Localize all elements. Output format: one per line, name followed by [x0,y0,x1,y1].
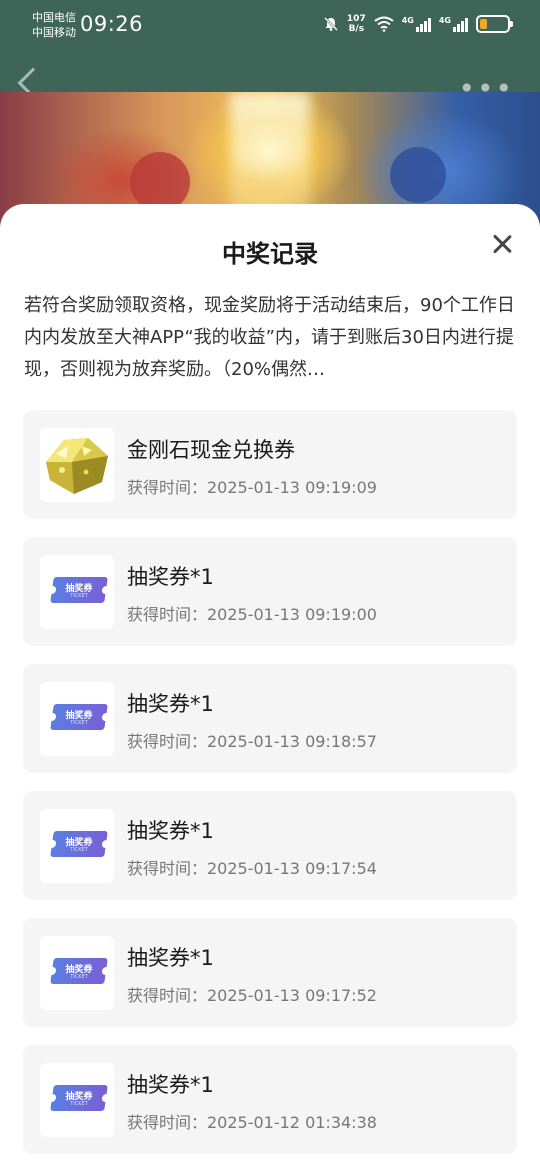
battery-icon [476,15,513,33]
sim2-network-label: 4G [438,16,451,25]
network-speed: 107 B/s [347,14,366,34]
ticket-sub-label: TICKET [70,593,88,599]
signal-sim2-icon: 4G [439,16,468,32]
ticket-sub-label: TICKET [70,1101,88,1107]
prize-thumbnail [40,428,114,502]
prize-obtained-time: 获得时间：2025-01-13 09:19:09 [127,478,377,497]
battery-level-fill [480,19,487,29]
status-icons: 107 B/s 4G 4G [323,14,513,34]
status-bar: 中国电信 中国移动 09:26 107 B/s 4G 4G [0,0,540,50]
prize-title: 金刚石现金兑换券 [127,438,295,462]
prize-obtained-time: 获得时间：2025-01-13 09:17:54 [127,859,377,878]
signal-sim1-icon: 4G [402,16,431,32]
ticket-icon: 抽奖券 TICKET [50,958,112,988]
carrier-info: 中国电信 中国移动 [32,10,76,40]
prize-record-list: 金刚石现金兑换券获得时间：2025-01-13 09:19:09 抽奖券 TIC… [23,410,517,1170]
mute-bell-icon [324,17,338,31]
ticket-icon: 抽奖券 TICKET [50,704,112,734]
prize-title: 抽奖券*1 [127,1073,214,1097]
prize-title: 抽奖券*1 [127,946,214,970]
prize-obtained-time: 获得时间：2025-01-13 09:17:52 [127,986,377,1005]
prize-record-card: 抽奖券 TICKET 抽奖券*1 获得时间：2025-01-13 09:18:57 [23,664,517,773]
prize-obtained-time: 获得时间：2025-01-12 01:34:38 [127,1113,377,1132]
prize-record-sheet: 中奖记录 若符合奖励领取资格，现金奖励将于活动结束后，90个工作日内内发放至大神… [0,204,540,1170]
app-bar: ••• [0,50,540,103]
network-speed-unit: B/s [348,24,365,34]
reward-notice-text: 若符合奖励领取资格，现金奖励将于活动结束后，90个工作日内内发放至大神APP“我… [24,295,515,380]
carrier-2-label: 中国移动 [32,26,76,39]
prize-record-card: 抽奖券 TICKET 抽奖券*1 获得时间：2025-01-13 09:17:52 [23,918,517,1027]
wifi-icon [374,16,394,32]
ticket-sub-label: TICKET [70,974,88,980]
ticket-sub-label: TICKET [70,847,88,853]
ticket-icon: 抽奖券 TICKET [50,577,112,607]
prize-title: 抽奖券*1 [127,819,214,843]
diamond-icon [46,438,108,494]
prize-title: 抽奖券*1 [127,692,214,716]
prize-record-card: 抽奖券 TICKET 抽奖券*1 获得时间：2025-01-13 09:17:54 [23,791,517,900]
network-speed-value: 107 [346,14,366,24]
prize-obtained-time: 获得时间：2025-01-13 09:18:57 [127,732,377,751]
prize-obtained-time: 获得时间：2025-01-13 09:19:00 [127,605,377,624]
ticket-sub-label: TICKET [70,720,88,726]
sheet-title: 中奖记录 [222,240,318,268]
prize-title: 抽奖券*1 [127,565,214,589]
prize-record-card: 金刚石现金兑换券获得时间：2025-01-13 09:19:09 [23,410,517,519]
ticket-icon: 抽奖券 TICKET [50,831,112,861]
prize-record-card: 抽奖券 TICKET 抽奖券*1 获得时间：2025-01-12 01:34:38 [23,1045,517,1154]
ticket-icon: 抽奖券 TICKET [50,1085,112,1115]
sim1-network-label: 4G [401,16,414,25]
carrier-1-label: 中国电信 [32,11,76,24]
prize-thumbnail: 抽奖券 TICKET [40,682,114,756]
close-icon[interactable] [490,232,514,256]
prize-thumbnail: 抽奖券 TICKET [40,1063,114,1137]
prize-thumbnail: 抽奖券 TICKET [40,809,114,883]
prize-thumbnail: 抽奖券 TICKET [40,555,114,629]
prize-thumbnail: 抽奖券 TICKET [40,936,114,1010]
status-clock: 09:26 [80,12,144,36]
prize-record-card: 抽奖券 TICKET 抽奖券*1 获得时间：2025-01-13 09:19:00 [23,537,517,646]
